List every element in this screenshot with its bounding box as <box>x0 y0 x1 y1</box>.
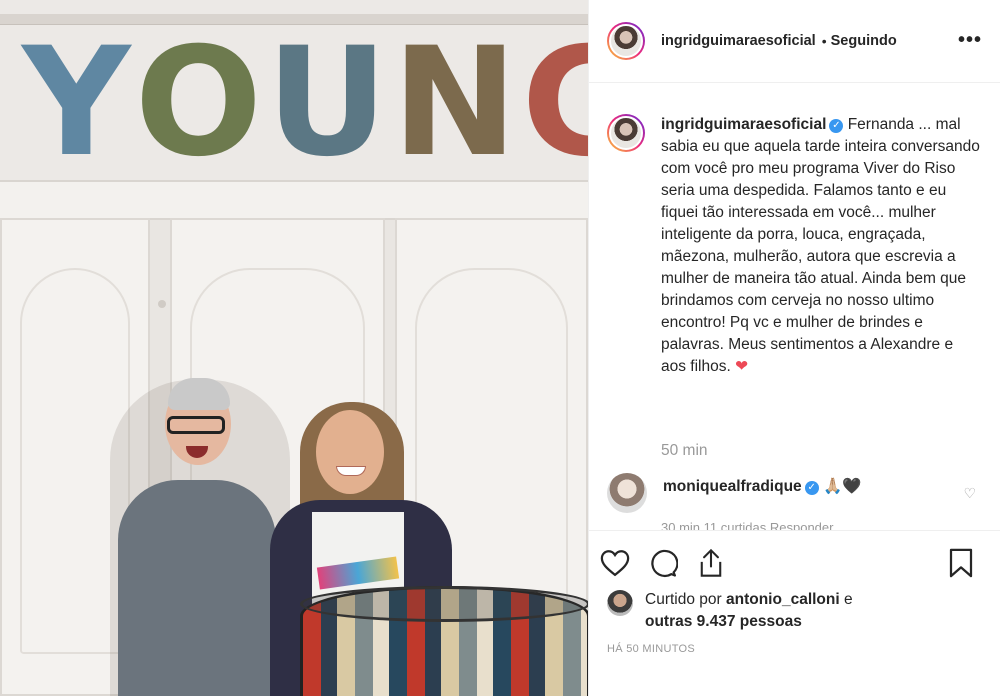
separator-dot: • <box>821 33 827 49</box>
likes-others-count[interactable]: outras 9.437 pessoas <box>645 613 802 630</box>
comment-bubble-icon[interactable] <box>643 543 683 583</box>
comment-body: moniquealfradique ✓ 🙏🏼🖤 <box>663 477 862 496</box>
caption-text: Fernanda ... mal sabia eu que aquela tar… <box>661 116 980 375</box>
header-username[interactable]: ingridguimaraesoficial <box>661 33 816 49</box>
post-timestamp[interactable]: HÁ 50 MINUTOS <box>607 643 695 655</box>
verified-badge-icon: ✓ <box>829 119 844 133</box>
header-avatar[interactable] <box>607 22 645 60</box>
likes-prefix: Curtido por <box>645 591 722 608</box>
comment-like-heart-icon[interactable]: ♡ <box>963 485 976 502</box>
following-button[interactable]: Seguindo <box>831 33 897 49</box>
bookmark-icon[interactable] <box>941 543 981 583</box>
letter-n: N <box>391 16 518 190</box>
likes-text: Curtido por antonio_calloni e outras 9.4… <box>645 589 853 633</box>
comments-section[interactable]: ingridguimaraesoficial ✓ Fernanda ... mal… <box>589 84 1000 530</box>
letter-u: U <box>266 16 388 190</box>
share-icon[interactable] <box>691 543 731 583</box>
caption-body: ingridguimaraesoficial ✓ Fernanda ... mal… <box>661 114 981 378</box>
person-left-hair <box>168 378 230 410</box>
caption-time: 50 min <box>661 442 708 459</box>
photo-moulding <box>0 180 588 220</box>
caption-avatar[interactable] <box>607 114 645 152</box>
comment-meta-cut: 30 min 11 curtidas Responder <box>661 520 834 530</box>
verified-badge-icon: ✓ <box>804 481 819 495</box>
post-sidebar: ingridguimaraesoficial • Seguindo ••• in… <box>588 0 1000 696</box>
like-heart-icon[interactable] <box>595 543 635 583</box>
comment-row: moniquealfradique ✓ 🙏🏼🖤 ♡ <box>607 473 982 513</box>
post-photo[interactable]: Y O U N G <box>0 0 588 696</box>
person-left-body <box>118 480 276 696</box>
young-letters: Y O U N G <box>22 28 588 178</box>
comment-avatar[interactable] <box>607 473 647 513</box>
person-right-head <box>316 410 384 494</box>
actions-section: Curtido por antonio_calloni e outras 9.4… <box>589 530 1000 697</box>
vase-rim <box>300 586 588 622</box>
comment-username[interactable]: moniquealfradique <box>663 478 802 495</box>
more-options-icon[interactable]: ••• <box>958 30 982 50</box>
likes-connector: e <box>844 591 853 608</box>
caption: ingridguimaraesoficial ✓ Fernanda ... mal… <box>607 114 982 378</box>
liker-avatar[interactable] <box>607 590 633 616</box>
letter-o: O <box>134 16 263 190</box>
red-heart-emoji: ❤ <box>735 358 749 375</box>
letter-y: Y <box>22 16 131 190</box>
comment-emojis: 🙏🏼🖤 <box>822 478 862 495</box>
liker-username[interactable]: antonio_calloni <box>726 591 840 608</box>
instagram-post: Y O U N G ingridguimaraesoficial • Segui… <box>0 0 1000 696</box>
letter-g: G <box>521 16 589 190</box>
caption-username[interactable]: ingridguimaraesoficial <box>661 116 826 133</box>
likes-summary: Curtido por antonio_calloni e outras 9.4… <box>607 589 853 633</box>
person-left-glasses <box>167 416 225 434</box>
post-header: ingridguimaraesoficial • Seguindo ••• <box>589 0 1000 83</box>
